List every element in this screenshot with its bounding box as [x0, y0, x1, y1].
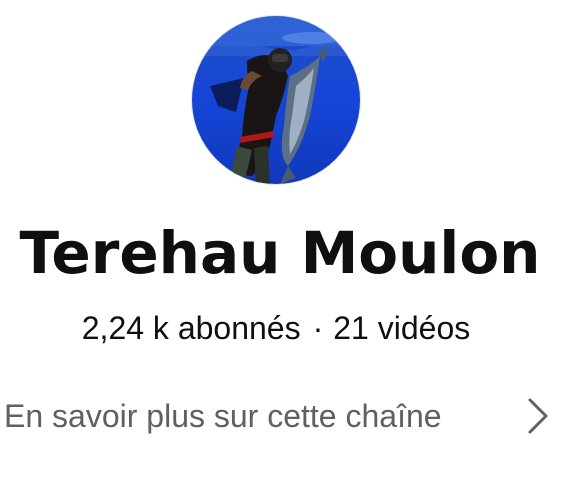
channel-name: Terehau Moulon [19, 219, 541, 287]
channel-avatar[interactable] [191, 15, 361, 185]
about-channel-label: En savoir plus sur cette chaîne [4, 398, 442, 434]
avatar-photo [192, 16, 360, 184]
stats-separator: · [312, 310, 324, 346]
channel-header: Terehau Moulon 2,24 k abonnés · 21 vidéos … [0, 0, 588, 504]
video-count: 21 vidéos [333, 310, 471, 346]
subscriber-count: 2,24 k abonnés [81, 310, 301, 346]
chevron-right-icon [521, 396, 555, 436]
channel-stats: 2,24 k abonnés · 21 vidéos [0, 306, 552, 350]
about-channel-link[interactable]: En savoir plus sur cette chaîne [0, 390, 588, 446]
